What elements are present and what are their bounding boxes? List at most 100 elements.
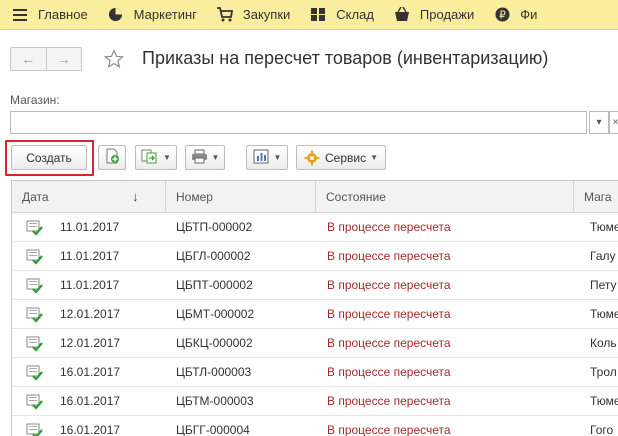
cell-store: Пету <box>590 278 617 292</box>
menu-item-warehouse[interactable]: Склад <box>310 0 394 29</box>
store-filter-label: Магазин: <box>10 93 60 107</box>
cell-store: Тюме <box>590 394 618 408</box>
cell-number: ЦБТП-000002 <box>176 220 253 234</box>
cell-status: В процессе пересчета <box>327 423 451 436</box>
column-header-number[interactable]: Номер <box>166 181 316 213</box>
column-header-label: Состояние <box>326 190 386 204</box>
svg-text:₽: ₽ <box>499 9 506 21</box>
main-menu-bar: Главное Маркетинг Закупки Склад Продажи … <box>0 0 618 30</box>
cell-status: В процессе пересчета <box>327 336 451 350</box>
posted-document-icon <box>26 278 44 294</box>
posted-document-icon <box>26 394 44 410</box>
cell-date: 11.01.2017 <box>60 249 120 263</box>
cell-number: ЦБГГ-000004 <box>176 423 250 436</box>
store-filter-input[interactable] <box>10 111 587 134</box>
favorite-star-icon[interactable] <box>103 48 125 70</box>
menu-item-purchases[interactable]: Закупки <box>216 0 310 29</box>
menu-item-label: Продажи <box>419 7 475 22</box>
cell-status: В процессе пересчета <box>327 394 451 408</box>
table-row[interactable]: 16.01.2017 ЦБТЛ-000003 В процессе пересчет… <box>12 358 618 387</box>
table-header: Дата ↓ Номер Состояние Мага <box>12 181 618 213</box>
add-document-icon <box>104 148 120 167</box>
basket-icon <box>394 7 410 23</box>
table-row[interactable]: 16.01.2017 ЦБГГ-000004 В процессе пересчет… <box>12 416 618 436</box>
cell-number: ЦБПТ-000002 <box>176 278 253 292</box>
cart-icon <box>216 7 233 23</box>
cell-number: ЦБТМ-000003 <box>176 394 254 408</box>
column-header-label: Мага <box>584 190 612 204</box>
menu-item-finance[interactable]: ₽ Фи <box>494 0 557 29</box>
store-clear-button[interactable]: × <box>609 111 618 134</box>
cell-date: 12.01.2017 <box>60 336 121 350</box>
cell-status: В процессе пересчета <box>327 307 451 321</box>
chevron-down-icon: ▼ <box>163 153 171 162</box>
cell-status: В процессе пересчета <box>327 249 451 263</box>
cell-store: Тюме <box>590 307 618 321</box>
column-header-date[interactable]: Дата <box>12 181 166 213</box>
forward-button[interactable]: → <box>45 48 82 70</box>
hamburger-icon <box>12 7 28 23</box>
cell-store: Гого <box>590 423 614 436</box>
table-row[interactable]: 16.01.2017 ЦБТМ-000003 В процессе пересчет… <box>12 387 618 416</box>
cell-number: ЦБГЛ-000002 <box>176 249 251 263</box>
cell-number: ЦБМТ-000002 <box>176 307 255 321</box>
menu-item-label: Закупки <box>242 7 291 22</box>
ruble-icon: ₽ <box>494 7 510 23</box>
cell-date: 12.01.2017 <box>60 307 121 321</box>
cell-date: 16.01.2017 <box>60 365 121 379</box>
service-button[interactable]: Сервис ▼ <box>296 145 386 170</box>
cell-number: ЦБТЛ-000003 <box>176 365 252 379</box>
gear-icon <box>304 150 320 166</box>
posted-document-icon <box>26 220 44 236</box>
cell-date: 16.01.2017 <box>60 423 121 436</box>
menu-item-marketing[interactable]: Маркетинг <box>108 0 217 29</box>
table-row[interactable]: 11.01.2017 ЦБТП-000002 В процессе пересчет… <box>12 213 618 242</box>
cell-date: 16.01.2017 <box>60 394 121 408</box>
create-based-on-button[interactable]: ▼ <box>135 145 177 170</box>
service-button-label: Сервис <box>324 150 367 165</box>
orders-table: Дата ↓ Номер Состояние Мага 11.01.2017 ЦБ… <box>11 180 618 436</box>
cell-status: В процессе пересчета <box>327 220 451 234</box>
table-row[interactable]: 11.01.2017 ЦБГЛ-000002 В процессе пересчет… <box>12 242 618 271</box>
warehouse-icon <box>310 7 326 23</box>
cell-store: Коль <box>590 336 617 350</box>
create-button-label: Создать <box>26 150 72 165</box>
chevron-down-icon: ▼ <box>370 153 378 162</box>
menu-item-label: Фи <box>520 7 538 22</box>
posted-document-icon <box>26 249 44 265</box>
chevron-down-icon: ▼ <box>211 153 220 162</box>
cell-number: ЦБКЦ-000002 <box>176 336 253 350</box>
sort-descending-icon: ↓ <box>132 189 139 204</box>
printer-icon <box>191 149 208 167</box>
cell-store: Трол <box>590 365 617 379</box>
cell-date: 11.01.2017 <box>60 278 120 292</box>
history-nav: ← → <box>10 47 82 71</box>
menu-item-label: Маркетинг <box>133 7 197 22</box>
menu-item-sales[interactable]: Продажи <box>394 0 494 29</box>
table-row[interactable]: 12.01.2017 ЦБМТ-000002 В процессе пересчет… <box>12 300 618 329</box>
cell-status: В процессе пересчета <box>327 365 451 379</box>
posted-document-icon <box>26 336 44 352</box>
reports-icon <box>253 149 270 167</box>
chevron-down-icon: ▾ <box>596 117 602 128</box>
create-based-on-icon <box>141 148 159 167</box>
close-icon: × <box>612 117 618 128</box>
cell-date: 11.01.2017 <box>60 220 120 234</box>
chevron-down-icon: ▼ <box>273 153 282 162</box>
table-row[interactable]: 12.01.2017 ЦБКЦ-000002 В процессе пересчет… <box>12 329 618 358</box>
menu-item-label: Склад <box>336 7 374 22</box>
posted-document-icon <box>26 365 44 381</box>
cell-status: В процессе пересчета <box>327 278 451 292</box>
cell-store: Галу <box>590 249 616 263</box>
print-button[interactable]: ▼ <box>185 145 225 170</box>
column-header-store[interactable]: Мага <box>574 181 618 213</box>
reports-button[interactable]: ▼ <box>246 145 288 170</box>
column-header-status[interactable]: Состояние <box>316 181 574 213</box>
cell-store: Тюме <box>590 220 618 234</box>
back-button[interactable]: ← <box>11 48 46 70</box>
table-row[interactable]: 11.01.2017 ЦБПТ-000002 В процессе пересчет… <box>12 271 618 300</box>
menu-item-main[interactable]: Главное <box>0 0 108 29</box>
create-copy-button[interactable] <box>98 145 126 170</box>
store-dropdown-button[interactable]: ▾ <box>589 111 609 134</box>
create-button[interactable]: Создать <box>11 145 87 170</box>
